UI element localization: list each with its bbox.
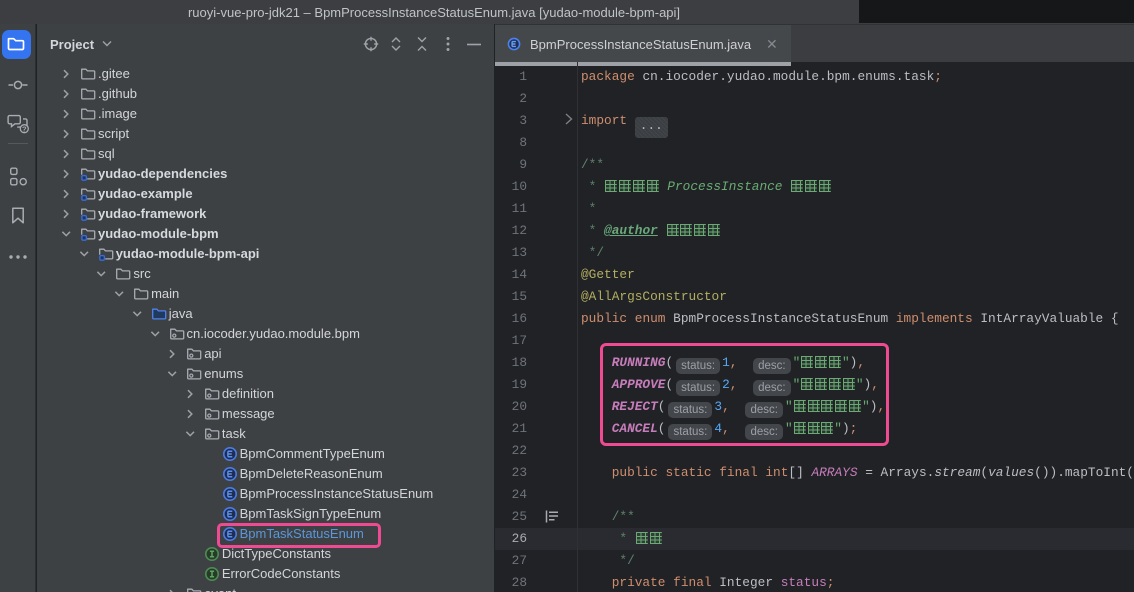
svg-text:?: ? xyxy=(22,125,27,134)
